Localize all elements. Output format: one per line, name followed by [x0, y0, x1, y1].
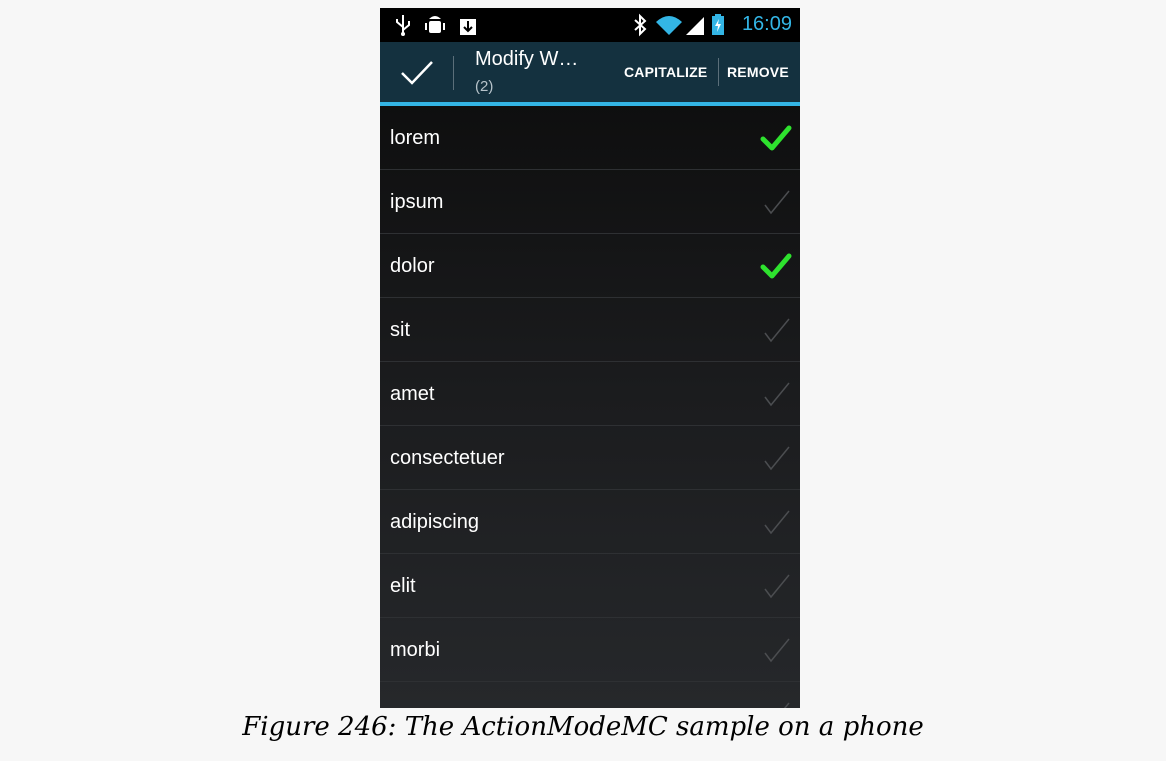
- list-item-label: adipiscing: [390, 511, 479, 533]
- unchecked-checkbox-icon[interactable]: [760, 187, 792, 217]
- list-item-label: consectetuer: [390, 447, 505, 469]
- status-time: 16:09: [741, 13, 792, 35]
- done-button[interactable]: [380, 42, 454, 102]
- action-mode-title: Modify W…: [475, 48, 579, 70]
- list-item-partial[interactable]: [380, 682, 800, 708]
- action-mode-bar: Modify W… (2) CAPITALIZE REMOVE: [380, 42, 800, 106]
- figure-caption: Figure 246: The ActionModeMC sample on a…: [242, 712, 924, 742]
- list-item-label: sit: [390, 319, 410, 341]
- list-item-elit[interactable]: elit: [380, 554, 800, 618]
- unchecked-checkbox-icon[interactable]: [760, 379, 792, 409]
- status-bar: 16:09: [380, 8, 800, 42]
- android-debug-icon: [425, 16, 445, 33]
- bluetooth-icon: [634, 13, 647, 37]
- checked-checkbox-icon[interactable]: [760, 123, 792, 153]
- unchecked-checkbox-icon[interactable]: [760, 635, 792, 665]
- list-item-label: morbi: [390, 639, 441, 661]
- phone-screen: 16:09 Modify W… (2) CAPITALIZE REMOVE lo…: [380, 8, 800, 708]
- list-item-dolor[interactable]: dolor: [380, 234, 800, 298]
- list-item-morbi[interactable]: morbi: [380, 618, 800, 682]
- action-mode-subtitle: (2): [475, 78, 494, 95]
- list-item-label: amet: [390, 383, 435, 405]
- list-item-label: elit: [390, 575, 416, 597]
- battery-charging-icon: [712, 14, 724, 35]
- list-item-label: dolor: [390, 255, 435, 277]
- list-item-label: lorem: [390, 127, 441, 149]
- done-divider: [453, 56, 454, 90]
- list-item-lorem[interactable]: lorem: [380, 106, 800, 170]
- checked-checkbox-icon[interactable]: [760, 251, 792, 281]
- unchecked-checkbox-icon[interactable]: [760, 507, 792, 537]
- unchecked-checkbox-icon[interactable]: [760, 571, 792, 601]
- list-item-label: ipsum: [390, 191, 444, 213]
- unchecked-checkbox-icon[interactable]: [760, 443, 792, 473]
- checkmark-icon: [401, 61, 433, 85]
- capitalize-button[interactable]: CAPITALIZE: [624, 42, 707, 102]
- download-icon: [460, 19, 476, 35]
- usb-icon: [396, 15, 410, 36]
- list-item-adipiscing[interactable]: adipiscing: [380, 490, 800, 554]
- list-item-consectetuer[interactable]: consectetuer: [380, 426, 800, 490]
- list-item-ipsum[interactable]: ipsum: [380, 170, 800, 234]
- list-item-sit[interactable]: sit: [380, 298, 800, 362]
- word-list: lorem ipsum dolor sit amet consectetuer …: [380, 106, 800, 708]
- action-divider: [718, 58, 719, 86]
- wifi-icon: [656, 16, 682, 35]
- list-item-amet[interactable]: amet: [380, 362, 800, 426]
- remove-button[interactable]: REMOVE: [727, 42, 789, 102]
- unchecked-checkbox-icon[interactable]: [760, 699, 792, 708]
- signal-icon: [686, 17, 704, 35]
- unchecked-checkbox-icon[interactable]: [760, 315, 792, 345]
